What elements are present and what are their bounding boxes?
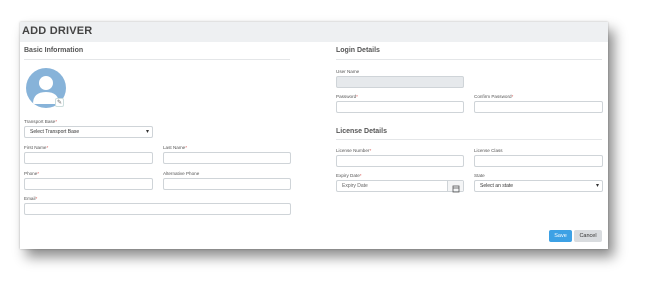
save-button[interactable]: Save bbox=[549, 230, 572, 242]
license-class-field[interactable] bbox=[474, 155, 603, 167]
user-name-label: User Name bbox=[336, 69, 360, 74]
login-details-heading: Login Details bbox=[336, 47, 380, 54]
transport-base-select[interactable]: Select Transport Base ▾ bbox=[24, 126, 153, 138]
confirm-password-label: Confirm Password* bbox=[474, 94, 514, 99]
divider bbox=[336, 59, 602, 60]
email-field[interactable] bbox=[24, 203, 291, 215]
state-select[interactable]: Select an state ▾ bbox=[474, 180, 603, 192]
divider bbox=[24, 59, 290, 60]
caret-down-icon: ▾ bbox=[145, 129, 149, 135]
confirm-password-field[interactable] bbox=[474, 101, 603, 113]
calendar-button[interactable] bbox=[447, 181, 463, 193]
state-value: Select an state bbox=[480, 183, 514, 189]
expiry-date-placeholder: Expiry Date bbox=[342, 183, 368, 189]
expiry-date-label: Expiry Date* bbox=[336, 173, 362, 178]
license-class-label: License Class bbox=[474, 148, 503, 153]
transport-base-label: Transport Base* bbox=[24, 119, 58, 124]
edit-photo-icon[interactable]: ✎ bbox=[55, 98, 64, 107]
password-field[interactable] bbox=[336, 101, 464, 113]
alt-phone-label: Alternative Phone bbox=[163, 171, 200, 176]
alt-phone-field[interactable] bbox=[163, 178, 291, 190]
cancel-button[interactable]: Cancel bbox=[574, 230, 602, 242]
add-driver-dialog: ADD DRIVER Basic Information ✎ Transport… bbox=[20, 22, 608, 249]
user-name-field bbox=[336, 76, 464, 88]
last-name-label: Last Name* bbox=[163, 145, 188, 150]
email-label: Email* bbox=[24, 196, 38, 201]
page-title: ADD DRIVER bbox=[22, 25, 93, 37]
calendar-icon bbox=[452, 185, 460, 193]
dialog-header: ADD DRIVER bbox=[20, 22, 608, 42]
license-details-heading: License Details bbox=[336, 128, 387, 135]
transport-base-value: Select Transport Base bbox=[30, 129, 80, 135]
divider bbox=[336, 139, 602, 140]
phone-label: Phone* bbox=[24, 171, 40, 176]
license-number-field[interactable] bbox=[336, 155, 464, 167]
phone-field[interactable] bbox=[24, 178, 153, 190]
expiry-date-field[interactable]: Expiry Date bbox=[336, 180, 464, 193]
caret-down-icon: ▾ bbox=[595, 183, 599, 189]
license-number-label: License Number* bbox=[336, 148, 372, 153]
password-label: Password* bbox=[336, 94, 358, 99]
last-name-field[interactable] bbox=[163, 152, 291, 164]
state-label: State bbox=[474, 173, 485, 178]
first-name-label: First Name* bbox=[24, 145, 49, 150]
first-name-field[interactable] bbox=[24, 152, 153, 164]
basic-info-heading: Basic Information bbox=[24, 47, 84, 54]
